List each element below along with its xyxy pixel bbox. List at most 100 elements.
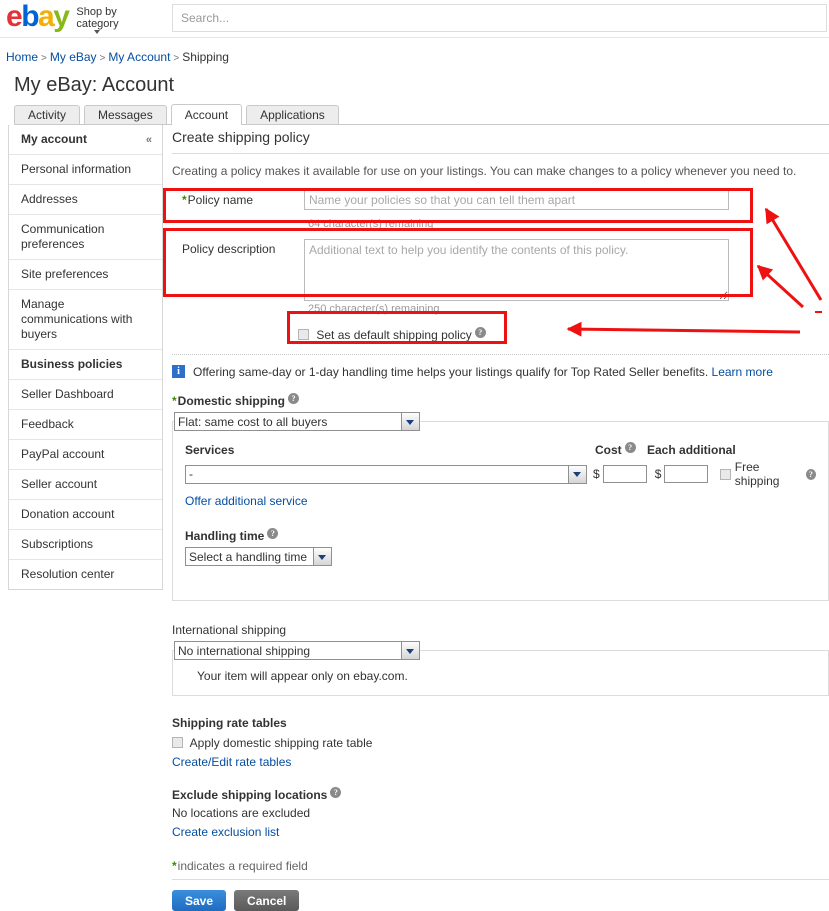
policy-name-input[interactable] xyxy=(304,190,729,210)
info-icon: i xyxy=(172,365,185,378)
policy-description-row: Policy description xyxy=(172,239,829,301)
set-default-checkbox[interactable] xyxy=(298,329,309,340)
policy-name-row: *Policy name xyxy=(172,190,829,216)
breadcrumb-item-my-ebay[interactable]: My eBay xyxy=(50,50,97,64)
create-shipping-policy-form: Create shipping policy Creating a policy… xyxy=(172,125,829,911)
apply-rate-table-label[interactable]: Apply domestic shipping rate table xyxy=(190,736,373,750)
sidebar-item-my-account[interactable]: My account « xyxy=(9,125,162,154)
footer-divider xyxy=(172,879,829,880)
domestic-shipping-label: *Domestic shipping? xyxy=(172,393,829,408)
sidebar-item-seller-dashboard[interactable]: Seller Dashboard xyxy=(9,379,162,409)
tab-messages[interactable]: Messages xyxy=(84,105,167,125)
policy-description-textarea[interactable] xyxy=(304,239,729,301)
sidebar-item-personal-information[interactable]: Personal information xyxy=(9,154,162,184)
sidebar-item-communication-preferences[interactable]: Communication preferences xyxy=(9,214,162,259)
breadcrumb-item-shipping: Shipping xyxy=(182,50,229,64)
sidebar-item-label: My account xyxy=(21,132,88,146)
help-icon[interactable]: ? xyxy=(267,528,279,539)
chevron-down-icon xyxy=(94,30,101,34)
sidebar-item-feedback[interactable]: Feedback xyxy=(9,409,162,439)
handling-time-select[interactable]: Select a handling time xyxy=(185,547,332,566)
sidebar-item-seller-account[interactable]: Seller account xyxy=(9,469,162,499)
breadcrumb-separator: > xyxy=(41,53,47,64)
logo-letter-e: e xyxy=(6,0,23,33)
sidebar-item-site-preferences[interactable]: Site preferences xyxy=(9,259,162,289)
service-select-wrap: - xyxy=(185,464,587,484)
domestic-shipping-label-text: Domestic shipping xyxy=(177,394,286,408)
domestic-shipping-box: Services Cost? Each additional - $ $ Fre… xyxy=(172,421,829,601)
exclude-locations-status: No locations are excluded xyxy=(172,806,311,820)
ebay-logo[interactable]: ebay xyxy=(6,0,70,33)
policy-name-label: *Policy name xyxy=(182,190,304,207)
help-icon[interactable]: ? xyxy=(330,787,342,798)
form-actions: Save Cancel xyxy=(172,890,829,911)
breadcrumb-item-my-account[interactable]: My Account xyxy=(108,50,170,64)
sidebar-item-manage-communications-with-buyers[interactable]: Manage communications with buyers xyxy=(9,289,162,349)
tab-account[interactable]: Account xyxy=(170,104,243,126)
required-star: * xyxy=(182,193,187,207)
international-select-wrap: No international shipping xyxy=(174,641,420,660)
cost-input[interactable] xyxy=(602,465,647,483)
cost-currency-symbol: $ xyxy=(593,467,600,481)
required-field-note: *indicates a required field xyxy=(172,859,829,873)
search-input[interactable] xyxy=(172,4,827,32)
info-banner-text: Offering same-day or 1-day handling time… xyxy=(193,365,709,379)
sidebar-item-addresses[interactable]: Addresses xyxy=(9,184,162,214)
international-shipping-label: International shipping xyxy=(172,623,287,637)
account-sidebar: My account « Personal information Addres… xyxy=(8,125,163,590)
set-default-label[interactable]: Set as default shipping policy xyxy=(316,328,471,342)
tab-activity[interactable]: Activity xyxy=(14,105,81,125)
breadcrumb-item-home[interactable]: Home xyxy=(6,50,38,64)
free-shipping-label[interactable]: Free shipping xyxy=(735,460,803,488)
breadcrumb-separator: > xyxy=(173,53,180,64)
services-header-row: Services Cost? Each additional xyxy=(185,442,816,457)
policy-name-label-text: Policy name xyxy=(187,193,254,207)
policy-description-chars-remaining: 250 character(s) remaining xyxy=(308,303,440,315)
sidebar-item-business-policies[interactable]: Business policies xyxy=(9,349,162,379)
offer-additional-service-link[interactable]: Offer additional service xyxy=(185,494,308,508)
collapse-icon[interactable]: « xyxy=(146,133,152,148)
handling-time-label-text: Handling time xyxy=(185,529,265,543)
domestic-shipping-type-select[interactable]: Flat: same cost to all buyers xyxy=(174,412,420,431)
sidebar-item-donation-account[interactable]: Donation account xyxy=(9,499,162,529)
sidebar-item-resolution-center[interactable]: Resolution center xyxy=(9,559,162,589)
shop-by-category-label: Shop by category xyxy=(76,6,119,30)
sidebar-item-subscriptions[interactable]: Subscriptions xyxy=(9,529,162,559)
create-exclusion-list-link[interactable]: Create exclusion list xyxy=(172,825,279,839)
shop-by-category-button[interactable]: Shop by category xyxy=(76,6,132,34)
handling-time-label: Handling time? xyxy=(185,528,816,543)
form-description: Creating a policy makes it available for… xyxy=(172,164,797,178)
policy-description-label: Policy description xyxy=(182,242,276,256)
exclude-locations-heading-text: Exclude shipping locations xyxy=(172,788,328,802)
service-select[interactable]: - xyxy=(185,464,587,484)
each-additional-header: Each additional xyxy=(647,443,736,457)
cancel-button[interactable]: Cancel xyxy=(234,890,300,911)
tab-applications[interactable]: Applications xyxy=(246,105,339,125)
apply-rate-table-checkbox[interactable] xyxy=(172,737,183,748)
help-icon[interactable]: ? xyxy=(474,327,486,338)
logo-letter-b: b xyxy=(21,0,39,33)
breadcrumb: Home > My eBay > My Account > Shipping xyxy=(6,50,829,64)
sidebar-item-paypal-account[interactable]: PayPal account xyxy=(9,439,162,469)
create-edit-rate-tables-link[interactable]: Create/Edit rate tables xyxy=(172,755,291,769)
help-icon[interactable]: ? xyxy=(805,468,816,480)
free-shipping-checkbox[interactable] xyxy=(720,468,731,480)
each-additional-input[interactable] xyxy=(664,465,709,483)
policy-name-chars-remaining: 64 character(s) remaining xyxy=(308,218,434,230)
services-header: Services xyxy=(185,443,235,457)
international-shipping-select[interactable]: No international shipping xyxy=(174,641,420,660)
save-button[interactable]: Save xyxy=(172,890,227,911)
required-star: * xyxy=(172,859,177,873)
tab-underline xyxy=(14,124,829,125)
help-icon[interactable]: ? xyxy=(288,393,300,404)
rate-tables-heading: Shipping rate tables xyxy=(172,716,287,730)
learn-more-link[interactable]: Learn more xyxy=(712,365,773,379)
exclude-locations-heading: Exclude shipping locations? xyxy=(172,787,829,802)
domestic-type-select-wrap: Flat: same cost to all buyers xyxy=(174,412,420,431)
help-icon[interactable]: ? xyxy=(624,442,636,453)
cost-header: Cost? xyxy=(595,442,647,457)
divider xyxy=(172,354,829,355)
each-additional-currency-symbol: $ xyxy=(654,467,662,481)
cost-header-text: Cost xyxy=(595,443,622,457)
info-banner: i Offering same-day or 1-day handling ti… xyxy=(172,365,829,379)
